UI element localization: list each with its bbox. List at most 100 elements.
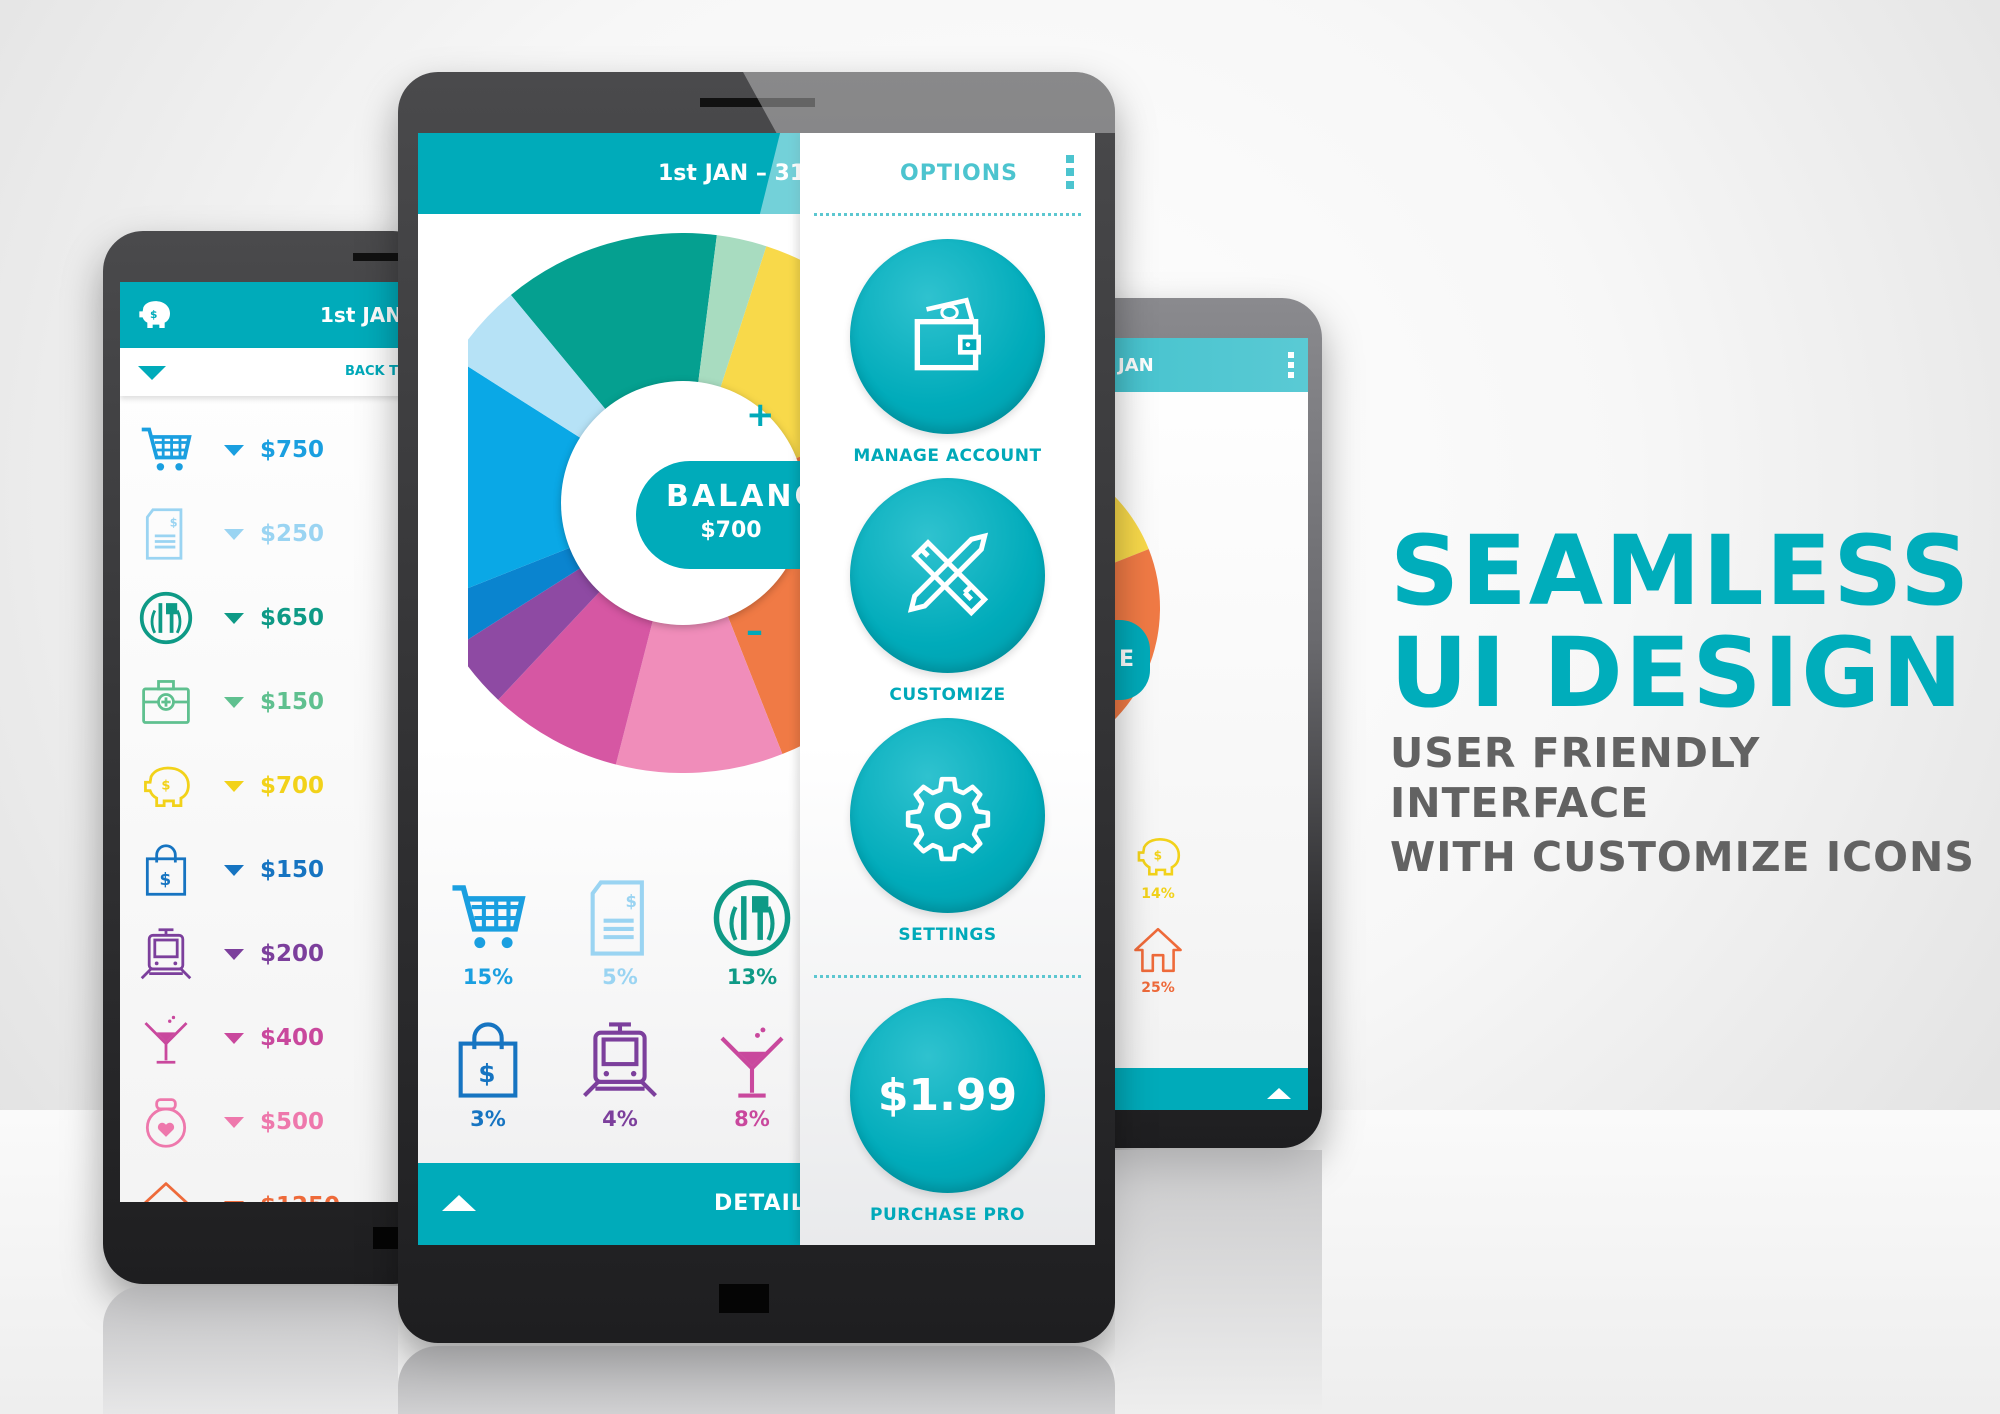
category-icon xyxy=(433,1015,543,1105)
category-tile[interactable]: 15% xyxy=(433,873,543,989)
piggy-bank-icon[interactable]: $ xyxy=(134,294,174,334)
subheadline-line-2: WITH CUSTOMIZE ICONS xyxy=(1390,833,1975,881)
category-icon xyxy=(138,674,194,730)
category-tile[interactable]: 3% xyxy=(433,1015,543,1131)
left-phone-reflection xyxy=(103,1286,398,1414)
category-icon xyxy=(565,1015,675,1105)
expense-list-item[interactable]: $750 xyxy=(138,420,324,480)
dropdown-triangle-icon[interactable] xyxy=(224,528,244,540)
category-tile[interactable]: 25% xyxy=(1118,922,1198,996)
expense-list-item[interactable]: $400 xyxy=(138,1008,324,1068)
expense-amount: $150 xyxy=(260,857,325,883)
options-panel: OPTIONS MANAGE ACCOUNT CUSTOMIZE SETTING… xyxy=(800,133,1095,1245)
bezel-glare xyxy=(743,72,1115,133)
expense-list-item[interactable]: $250 xyxy=(138,504,324,564)
left-phone: $ 1st JAN – BACK TO $750 $250 $650 $150 … xyxy=(103,231,433,1284)
shopping-bag-icon xyxy=(138,842,194,898)
category-percent: 25% xyxy=(1141,980,1175,996)
expense-list-item[interactable]: $150 xyxy=(138,672,324,732)
settings-option[interactable]: SETTINGS xyxy=(800,718,1095,945)
category-tile[interactable]: 4% xyxy=(565,1015,675,1131)
dropdown-triangle-icon[interactable] xyxy=(224,780,244,792)
dropdown-triangle-icon[interactable] xyxy=(224,864,244,876)
expense-list-item[interactable]: $500 xyxy=(138,1092,324,1152)
headline-line-2: UI DESIGN xyxy=(1390,617,1965,729)
balance-value: $700 xyxy=(700,518,762,543)
category-icon xyxy=(565,873,675,963)
collapse-triangle-icon[interactable] xyxy=(138,366,166,380)
category-icon xyxy=(138,506,194,562)
left-header-bar: $ 1st JAN – xyxy=(120,282,433,348)
shopping-cart-icon xyxy=(447,877,529,959)
settings-button[interactable] xyxy=(850,718,1045,913)
pencil-ruler-icon xyxy=(907,532,988,616)
expense-list-item[interactable]: $150 xyxy=(138,840,324,900)
increase-button[interactable]: + xyxy=(746,395,775,435)
expense-amount: $1250 xyxy=(260,1193,340,1202)
category-icon xyxy=(138,422,194,478)
expense-amount: $650 xyxy=(260,605,325,631)
dropdown-triangle-icon[interactable] xyxy=(224,1032,244,1044)
expand-up-icon[interactable] xyxy=(442,1195,476,1211)
expense-list-item[interactable]: $700 xyxy=(138,756,324,816)
manage-account-button[interactable] xyxy=(850,239,1045,434)
options-divider-top xyxy=(814,213,1081,216)
category-icon xyxy=(697,873,807,963)
customize-button[interactable] xyxy=(850,478,1045,673)
category-icon xyxy=(433,873,543,963)
main-phone-home-button[interactable] xyxy=(719,1284,769,1313)
category-icon xyxy=(138,926,194,982)
gear-icon xyxy=(905,776,990,861)
dropdown-triangle-icon[interactable] xyxy=(224,696,244,708)
category-icon xyxy=(138,758,194,814)
expense-list-item[interactable]: $200 xyxy=(138,924,324,984)
customize-option[interactable]: CUSTOMIZE xyxy=(800,478,1095,705)
train-icon xyxy=(138,926,194,982)
category-percent: 8% xyxy=(734,1107,770,1131)
category-icon xyxy=(138,1178,194,1202)
main-phone-reflection xyxy=(398,1346,1115,1414)
dropdown-triangle-icon[interactable] xyxy=(224,1116,244,1128)
balance-label: BALANCE xyxy=(666,479,844,514)
category-percent: 4% xyxy=(602,1107,638,1131)
promo-headline: SEAMLESS UI DESIGN USER FRIENDLY INTERFA… xyxy=(1390,520,2000,882)
dropdown-triangle-icon[interactable] xyxy=(224,1200,244,1202)
category-tile[interactable]: 8% xyxy=(697,1015,807,1131)
expense-amount: $200 xyxy=(260,941,325,967)
expense-list-item[interactable]: $650 xyxy=(138,588,324,648)
right-date-range: JAN xyxy=(1118,354,1154,376)
balance-pill[interactable]: BALANCE $700 xyxy=(636,461,844,569)
bill-document-icon xyxy=(138,506,194,562)
category-percent: 13% xyxy=(726,965,778,989)
more-vertical-icon[interactable] xyxy=(1288,352,1294,378)
decrease-button[interactable]: – xyxy=(746,611,763,651)
bill-document-icon xyxy=(579,877,661,959)
customize-label: CUSTOMIZE xyxy=(889,685,1006,705)
manage-account-option[interactable]: MANAGE ACCOUNT xyxy=(800,239,1095,466)
category-tile[interactable]: 14% xyxy=(1118,828,1198,902)
expense-amount: $250 xyxy=(260,521,325,547)
main-phone: 1st JAN – 31st + BALANCE $700 – 15% 5% 1… xyxy=(398,72,1115,1343)
restaurant-icon xyxy=(711,877,793,959)
expense-list-item[interactable]: $1250 xyxy=(138,1176,340,1202)
purchase-pro-option[interactable]: $1.99 PURCHASE PRO xyxy=(800,998,1095,1225)
category-tile[interactable]: 5% xyxy=(565,873,675,989)
dropdown-triangle-icon[interactable] xyxy=(224,444,244,456)
options-title: OPTIONS xyxy=(900,161,1018,186)
expense-amount: $400 xyxy=(260,1025,325,1051)
category-tile[interactable]: 13% xyxy=(697,873,807,989)
main-phone-screen: 1st JAN – 31st + BALANCE $700 – 15% 5% 1… xyxy=(418,133,1095,1245)
expense-amount: $150 xyxy=(260,689,325,715)
purchase-pro-button[interactable]: $1.99 xyxy=(850,998,1045,1193)
more-vertical-icon[interactable] xyxy=(1066,155,1074,189)
purchase-price: $1.99 xyxy=(877,1070,1018,1121)
dropdown-triangle-icon[interactable] xyxy=(224,612,244,624)
home-icon xyxy=(1132,924,1184,976)
cocktail-icon xyxy=(711,1019,793,1101)
expense-amount: $750 xyxy=(260,437,325,463)
manage-account-label: MANAGE ACCOUNT xyxy=(853,446,1042,466)
restaurant-icon xyxy=(138,590,194,646)
expand-up-icon[interactable] xyxy=(1267,1088,1291,1099)
category-percent: 14% xyxy=(1141,886,1175,902)
dropdown-triangle-icon[interactable] xyxy=(224,948,244,960)
